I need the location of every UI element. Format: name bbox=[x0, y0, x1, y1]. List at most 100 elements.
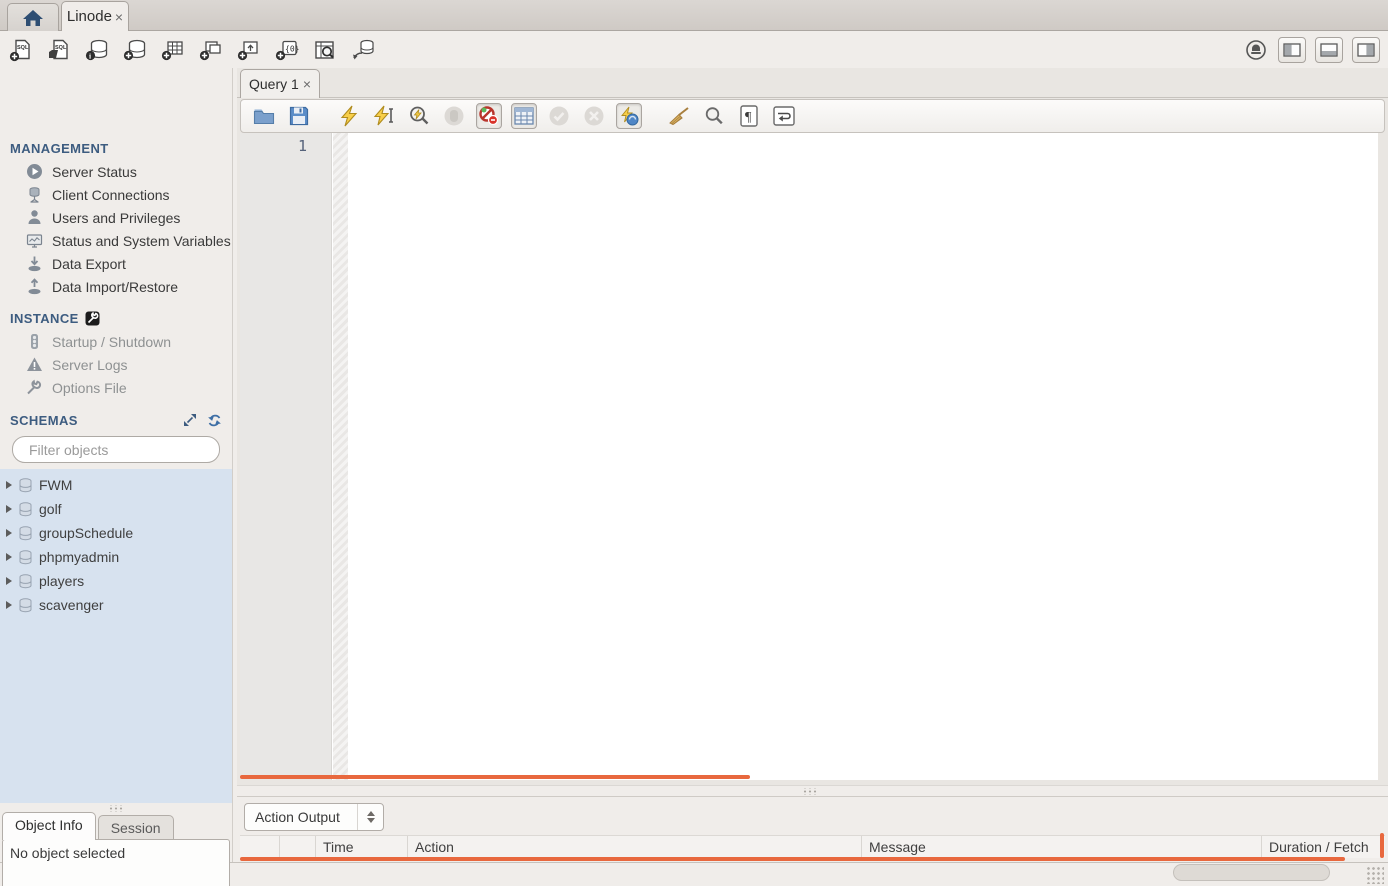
expander-icon[interactable] bbox=[6, 553, 12, 561]
new-sql-tab-icon[interactable]: SQL bbox=[8, 38, 34, 62]
toggle-bottom-panel-icon[interactable] bbox=[1315, 37, 1343, 63]
sidebar-separator bbox=[232, 68, 233, 862]
output-splitter[interactable] bbox=[237, 785, 1388, 797]
schema-inspector-icon[interactable]: i bbox=[84, 38, 110, 62]
save-icon[interactable] bbox=[286, 103, 312, 129]
output-splitter-grip[interactable] bbox=[802, 788, 818, 795]
output-horizontal-scrollbar[interactable] bbox=[240, 857, 1345, 861]
sidebar-item-label: Server Status bbox=[52, 164, 137, 180]
find-icon[interactable] bbox=[701, 103, 727, 129]
sidebar-item-server-status[interactable]: Server Status bbox=[0, 160, 232, 183]
limit-rows-icon[interactable] bbox=[511, 103, 537, 129]
line-number-gutter: 1 bbox=[240, 133, 332, 780]
output-vertical-scrollbar[interactable] bbox=[1380, 833, 1384, 858]
sidebar-item-startup-shutdown[interactable]: Startup / Shutdown bbox=[0, 330, 232, 353]
schema-item-golf[interactable]: golf bbox=[0, 497, 232, 521]
schema-icon bbox=[18, 598, 33, 613]
schemas-section-header: SCHEMAS bbox=[10, 412, 222, 428]
schemas-title: SCHEMAS bbox=[10, 413, 78, 428]
main-toolbar: SQL SQL i {0} bbox=[0, 32, 1388, 68]
close-icon[interactable]: × bbox=[115, 10, 123, 24]
search-table-data-icon[interactable] bbox=[312, 38, 338, 62]
sidebar-item-data-export[interactable]: Data Export bbox=[0, 252, 232, 275]
execute-current-icon[interactable] bbox=[371, 103, 397, 129]
create-schema-icon[interactable] bbox=[122, 38, 148, 62]
output-selector-value: Action Output bbox=[245, 809, 357, 825]
home-tab[interactable] bbox=[7, 3, 59, 31]
reconnect-dbms-icon[interactable] bbox=[350, 38, 376, 62]
sidebar-item-users-privileges[interactable]: Users and Privileges bbox=[0, 206, 232, 229]
rollback-icon[interactable] bbox=[581, 103, 607, 129]
editor-horizontal-scrollbar[interactable] bbox=[240, 775, 750, 779]
tab-session[interactable]: Session bbox=[98, 815, 174, 840]
toggle-right-panel-icon[interactable] bbox=[1352, 37, 1380, 63]
window-resize-grip[interactable] bbox=[1366, 866, 1384, 884]
output-panel: Action Output Time Action Message Durati… bbox=[237, 797, 1388, 862]
sidebar: MANAGEMENT Server Status Client Connecti… bbox=[0, 68, 232, 862]
sidebar-item-status-system-variables[interactable]: Status and System Variables bbox=[0, 229, 232, 252]
import-upload-icon bbox=[26, 278, 43, 295]
refresh-schemas-icon[interactable] bbox=[206, 412, 222, 428]
bottom-scrollbar-thumb[interactable] bbox=[1173, 864, 1330, 881]
instance-section-header: INSTANCE bbox=[10, 311, 100, 326]
execute-icon[interactable] bbox=[336, 103, 362, 129]
output-selector[interactable]: Action Output bbox=[244, 803, 384, 831]
connection-tab-linode[interactable]: Linode × bbox=[61, 1, 129, 31]
commit-icon[interactable] bbox=[546, 103, 572, 129]
sidebar-splitter-grip[interactable] bbox=[108, 805, 124, 812]
schema-item-groupschedule[interactable]: groupSchedule bbox=[0, 521, 232, 545]
column-header-time[interactable]: Time bbox=[316, 836, 408, 858]
explain-icon[interactable] bbox=[406, 103, 432, 129]
tab-object-info[interactable]: Object Info bbox=[2, 812, 96, 840]
toggle-stop-on-error-icon[interactable] bbox=[476, 103, 502, 129]
schema-item-scavenger[interactable]: scavenger bbox=[0, 593, 232, 617]
close-icon[interactable]: × bbox=[303, 77, 311, 91]
column-header-message[interactable]: Message bbox=[862, 836, 1262, 858]
sidebar-item-options-file[interactable]: Options File bbox=[0, 376, 232, 399]
show-invisibles-icon[interactable]: ¶ bbox=[736, 103, 762, 129]
stop-icon[interactable] bbox=[441, 103, 467, 129]
stepper-up-icon bbox=[367, 811, 375, 816]
open-sql-script-icon[interactable]: SQL bbox=[46, 38, 72, 62]
wrap-text-icon[interactable] bbox=[771, 103, 797, 129]
sql-editor-textarea[interactable] bbox=[348, 133, 1378, 780]
wrench-icon bbox=[26, 379, 43, 396]
schema-item-players[interactable]: players bbox=[0, 569, 232, 593]
expander-icon[interactable] bbox=[6, 505, 12, 513]
connection-tab-bar: Linode × bbox=[0, 0, 1388, 31]
schema-icon bbox=[18, 526, 33, 541]
schema-filter bbox=[12, 436, 220, 463]
toggle-left-panel-icon[interactable] bbox=[1278, 37, 1306, 63]
sidebar-item-client-connections[interactable]: Client Connections bbox=[0, 183, 232, 206]
expander-icon[interactable] bbox=[6, 577, 12, 585]
schema-icon bbox=[18, 502, 33, 517]
sidebar-item-label: Data Export bbox=[52, 256, 126, 272]
create-table-icon[interactable] bbox=[160, 38, 186, 62]
notifications-icon[interactable] bbox=[1243, 38, 1269, 62]
tab-query-1[interactable]: Query 1 × bbox=[240, 69, 320, 98]
expander-icon[interactable] bbox=[6, 529, 12, 537]
column-header-icon-col[interactable] bbox=[240, 836, 280, 858]
schema-item-phpmyadmin[interactable]: phpmyadmin bbox=[0, 545, 232, 569]
create-function-icon[interactable]: {0} bbox=[274, 38, 300, 62]
stepper-down-icon bbox=[367, 818, 375, 823]
column-header-index-col[interactable] bbox=[280, 836, 316, 858]
expand-schemas-icon[interactable] bbox=[182, 412, 198, 428]
query-tabstrip-line bbox=[237, 97, 1388, 98]
create-view-icon[interactable] bbox=[198, 38, 224, 62]
create-procedure-icon[interactable] bbox=[236, 38, 262, 62]
sidebar-item-server-logs[interactable]: Server Logs bbox=[0, 353, 232, 376]
stepper-icon[interactable] bbox=[357, 804, 383, 830]
sidebar-item-data-import[interactable]: Data Import/Restore bbox=[0, 275, 232, 298]
expander-icon[interactable] bbox=[6, 481, 12, 489]
beautify-icon[interactable] bbox=[666, 103, 692, 129]
column-header-duration[interactable]: Duration / Fetch bbox=[1262, 836, 1385, 858]
expander-icon[interactable] bbox=[6, 601, 12, 609]
sidebar-item-label: Users and Privileges bbox=[52, 210, 180, 226]
toggle-autocommit-icon[interactable] bbox=[616, 103, 642, 129]
management-list: Server Status Client Connections Users a… bbox=[0, 160, 232, 298]
filter-objects-input[interactable] bbox=[29, 442, 210, 458]
open-file-icon[interactable] bbox=[251, 103, 277, 129]
schema-item-fwm[interactable]: FWM bbox=[0, 473, 232, 497]
column-header-action[interactable]: Action bbox=[408, 836, 862, 858]
